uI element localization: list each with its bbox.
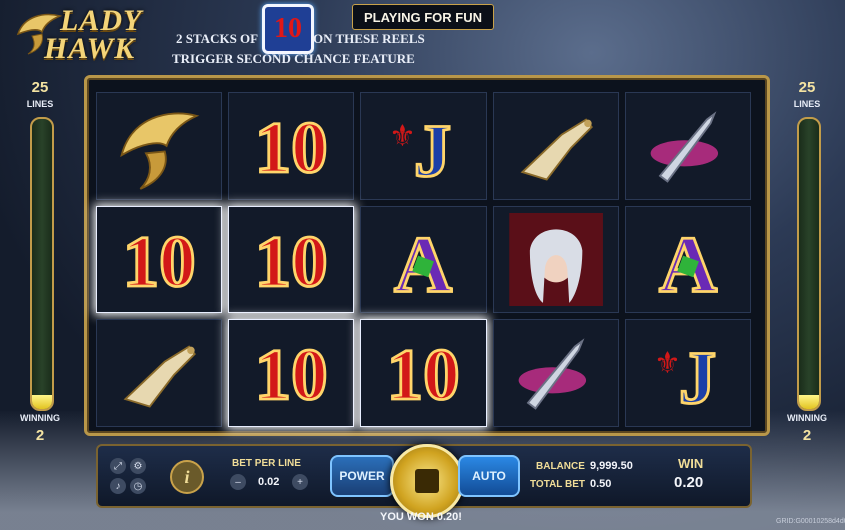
left-lines-value: 25 bbox=[31, 79, 49, 96]
win-value: 0.20 bbox=[674, 474, 704, 491]
logo-line2: HAWK bbox=[44, 32, 136, 65]
svg-text:⚜: ⚜ bbox=[654, 347, 681, 380]
game-logo: LADY HAWK bbox=[14, 2, 159, 68]
bet-increase-button[interactable]: + bbox=[292, 474, 308, 490]
win-label: WIN bbox=[678, 456, 704, 471]
dagger-symbol-icon bbox=[632, 99, 744, 193]
info-button[interactable]: i bbox=[170, 460, 204, 494]
svg-text:10: 10 bbox=[387, 334, 460, 415]
gauntlet-symbol-icon bbox=[103, 326, 215, 420]
right-lines-meter: 25 LINES WINNING 2 bbox=[787, 75, 827, 455]
right-meter-tube bbox=[797, 117, 821, 411]
right-lines-label: LINES bbox=[793, 99, 821, 109]
svg-text:10: 10 bbox=[255, 107, 328, 188]
right-meter-fill bbox=[799, 394, 819, 409]
svg-text:⚜: ⚜ bbox=[389, 120, 416, 153]
left-lines-label: LINES bbox=[26, 99, 54, 109]
reel-cell: A bbox=[360, 205, 487, 314]
a-symbol-icon: A bbox=[632, 213, 744, 306]
reel-cell bbox=[624, 92, 751, 200]
reel-cell bbox=[492, 319, 619, 427]
reel-cell: A bbox=[624, 205, 751, 314]
balance-value: 9,999.50 bbox=[590, 460, 633, 472]
total-bet-value: 0.50 bbox=[590, 478, 612, 490]
hawk-symbol-icon bbox=[103, 99, 215, 193]
reel-cell: 10 bbox=[96, 205, 223, 314]
ten-symbol-icon: 10 bbox=[103, 213, 215, 307]
left-meter-fill bbox=[32, 394, 52, 409]
sound-icon[interactable]: ♪ bbox=[110, 478, 126, 494]
spin-button[interactable] bbox=[390, 444, 464, 518]
banner-text-2: TRIGGER SECOND CHANCE FEATURE bbox=[172, 51, 415, 66]
banner-ten-symbol: 10 bbox=[262, 4, 314, 54]
left-winning-value: 2 bbox=[35, 427, 45, 444]
svg-text:J: J bbox=[679, 337, 716, 420]
lady-symbol-icon bbox=[500, 212, 612, 307]
svg-text:10: 10 bbox=[255, 334, 328, 415]
fullscreen-icon[interactable]: ⤢ bbox=[110, 458, 126, 474]
right-winning-value: 2 bbox=[802, 427, 812, 444]
j-symbol-icon: J ⚜ bbox=[632, 326, 744, 420]
balance-label: BALANCE bbox=[536, 461, 585, 472]
reel-cell: J ⚜ bbox=[360, 92, 487, 200]
bet-per-line-value: 0.02 bbox=[258, 476, 280, 488]
power-button[interactable]: POWER bbox=[330, 455, 394, 497]
right-winning-label: WINNING bbox=[787, 413, 827, 423]
reel-cell: 10 bbox=[228, 205, 355, 314]
reel-cell: J ⚜ bbox=[624, 319, 751, 427]
j-symbol-icon: J ⚜ bbox=[367, 99, 479, 193]
history-icon[interactable]: ◷ bbox=[130, 478, 146, 494]
play-mode-label: PLAYING FOR FUN bbox=[352, 4, 494, 30]
bet-per-line-label: BET PER LINE bbox=[232, 458, 301, 469]
total-bet-label: TOTAL BET bbox=[530, 479, 585, 490]
auto-button[interactable]: AUTO bbox=[458, 455, 520, 497]
grid-id: GRID:G00010258d4d0 bbox=[776, 518, 845, 525]
ten-symbol-icon: 10 bbox=[367, 326, 479, 420]
win-message: YOU WON 0.20! bbox=[380, 511, 462, 523]
ten-symbol-icon: 10 bbox=[235, 99, 347, 193]
reel-cell bbox=[96, 92, 223, 200]
svg-text:10: 10 bbox=[255, 221, 328, 302]
banner-text-1b: ON THESE REELS bbox=[313, 31, 425, 46]
reel-cell: 10 bbox=[228, 92, 355, 200]
right-lines-value: 25 bbox=[798, 79, 816, 96]
left-winning-label: WINNING bbox=[20, 413, 60, 423]
gauntlet-symbol-icon bbox=[500, 99, 612, 193]
stop-icon bbox=[415, 469, 439, 493]
left-lines-meter: 25 LINES WINNING 2 bbox=[20, 75, 60, 455]
reel-cell: 10 bbox=[228, 319, 355, 427]
banner-text-1a: 2 STACKS OF bbox=[176, 31, 259, 46]
svg-text:J: J bbox=[414, 110, 451, 193]
dagger-symbol-icon bbox=[500, 326, 612, 420]
reel-cell bbox=[492, 205, 619, 314]
left-meter-tube bbox=[30, 117, 54, 411]
reel-grid: 10J⚜1010AA1010J⚜ bbox=[96, 92, 751, 427]
ten-symbol-icon: 10 bbox=[235, 213, 347, 307]
reel-cell bbox=[492, 92, 619, 200]
a-symbol-icon: A bbox=[367, 213, 479, 306]
bet-decrease-button[interactable]: – bbox=[230, 474, 246, 490]
ten-symbol-icon: 10 bbox=[235, 326, 347, 420]
settings-gear-icon[interactable]: ⚙ bbox=[130, 458, 146, 474]
reel-cell bbox=[96, 319, 223, 427]
reel-cell: 10 bbox=[360, 319, 487, 427]
svg-text:10: 10 bbox=[123, 221, 196, 302]
